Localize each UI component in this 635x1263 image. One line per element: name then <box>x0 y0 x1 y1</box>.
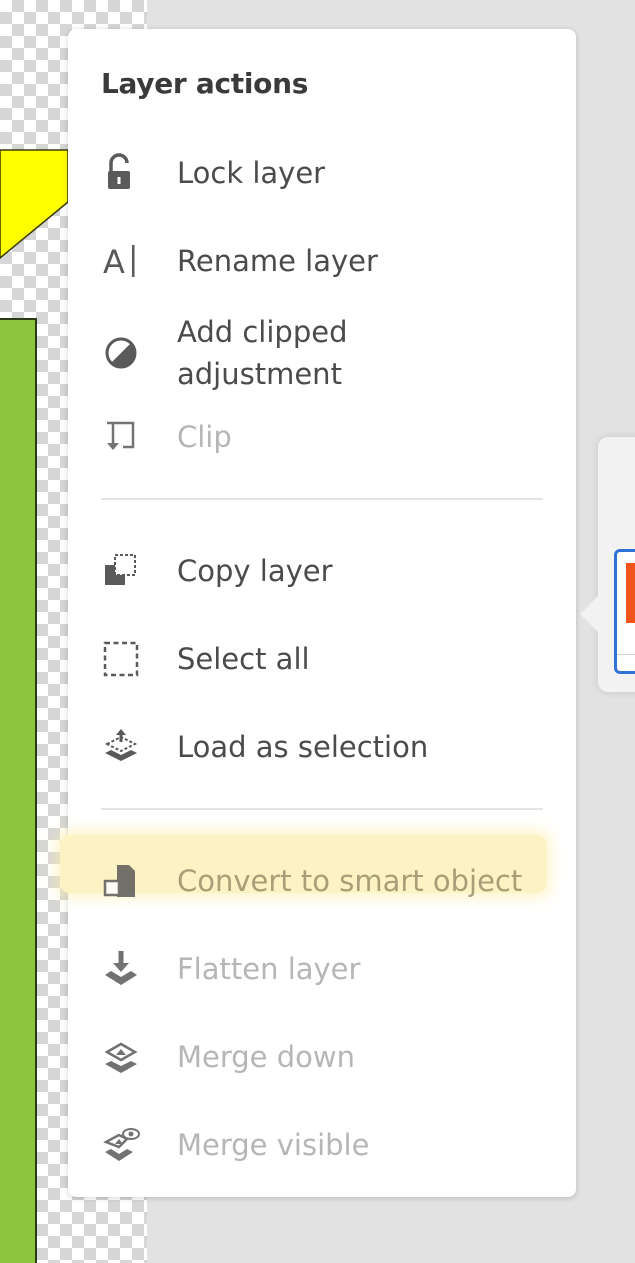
menu-item-load-as-selection[interactable]: Load as selection <box>101 725 549 769</box>
menu-item-clip[interactable]: Clip <box>101 415 549 459</box>
menu-item-label: Lock layer <box>177 156 326 190</box>
marquee-select-icon <box>101 637 153 681</box>
layer-thumbnail-content <box>626 563 635 623</box>
menu-item-label: Flatten layer <box>177 952 361 986</box>
layer-actions-menu: Layer actions Lock layer A Rename layer <box>60 29 576 1197</box>
smart-object-icon <box>101 859 153 903</box>
menu-item-label: Select all <box>177 642 310 676</box>
menu-item-label: Load as selection <box>177 730 429 764</box>
menu-item-convert-to-smart-object[interactable]: Convert to smart object <box>101 859 549 903</box>
merge-down-icon <box>101 1035 153 1079</box>
load-selection-icon <box>101 725 153 769</box>
menu-item-label: Convert to smart object <box>177 864 523 898</box>
green-rectangle-layer <box>0 318 37 1263</box>
clip-icon <box>101 415 153 459</box>
menu-item-lock-layer[interactable]: Lock layer <box>101 151 549 195</box>
menu-item-label: Add clipped adjustment <box>177 315 348 391</box>
menu-item-label: Clip <box>177 420 232 454</box>
menu-item-label: Rename layer <box>177 244 378 278</box>
menu-item-flatten-layer[interactable]: Flatten layer <box>101 947 549 991</box>
menu-item-label: Merge visible <box>177 1128 370 1162</box>
menu-item-merge-down[interactable]: Merge down <box>101 1035 549 1079</box>
menu-divider <box>101 808 543 810</box>
menu-item-select-all[interactable]: Select all <box>101 637 549 681</box>
copy-layer-icon <box>101 549 153 593</box>
merge-visible-icon <box>101 1123 153 1167</box>
menu-item-rename-layer[interactable]: A Rename layer <box>101 239 549 283</box>
menu-item-label: Copy layer <box>177 554 333 588</box>
menu-title: Layer actions <box>101 67 309 100</box>
popover-caret <box>580 592 602 636</box>
menu-item-copy-layer[interactable]: Copy layer <box>101 549 549 593</box>
half-circle-adjustment-icon <box>101 331 153 375</box>
menu-item-merge-visible[interactable]: Merge visible <box>101 1123 549 1167</box>
menu-divider <box>101 498 543 500</box>
svg-text:A: A <box>103 243 125 281</box>
flatten-icon <box>101 947 153 991</box>
menu-item-label: Merge down <box>177 1040 355 1074</box>
menu-item-add-clipped-adjustment[interactable]: Add clipped adjustment <box>101 311 549 395</box>
layer-thumbnail-divider <box>617 654 635 655</box>
text-cursor-icon: A <box>101 239 153 283</box>
unlock-icon <box>101 151 153 195</box>
